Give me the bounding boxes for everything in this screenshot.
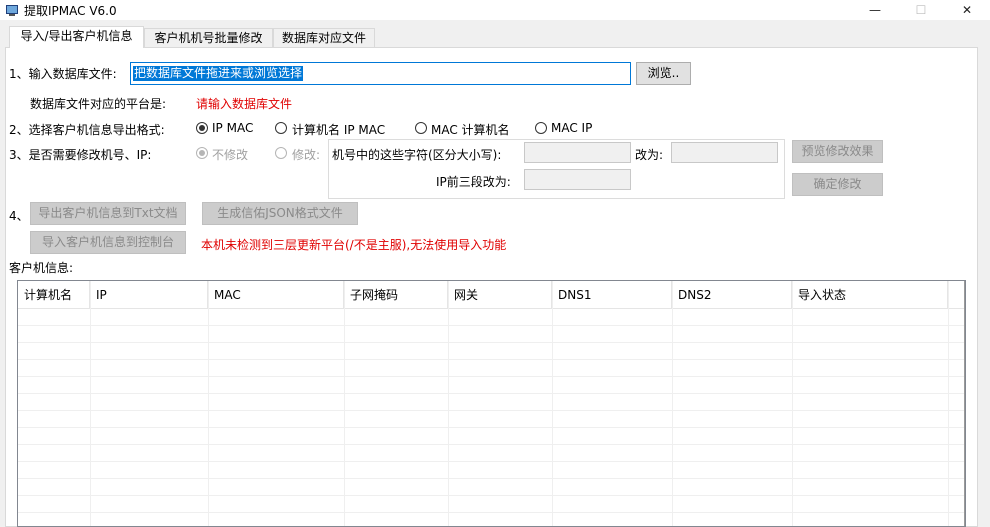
column-divider [448,281,449,526]
tab-import-export[interactable]: 导入/导出客户机信息 [9,26,144,48]
radio-mac-ip-label[interactable]: MAC IP [551,121,592,135]
column-header-computer-name[interactable]: 计算机名 [18,281,90,309]
column-divider [672,281,673,526]
column-header-import-status[interactable]: 导入状态 [792,281,948,309]
app-window: 提取IPMAC V6.0 — ☐ ✕ 导入/导出客户机信息 客户机机号批量修改 … [0,0,990,527]
column-header-mac[interactable]: MAC [208,281,344,309]
client-info-table[interactable]: 计算机名 IP MAC 子网掩码 网关 DNS1 DNS2 导入状态 [17,280,966,527]
client-info-label: 客户机信息: [9,261,74,275]
radio-mac-ip[interactable] [535,122,547,134]
column-header-ip[interactable]: IP [90,281,208,309]
database-file-input-value: 把数据库文件拖进来或浏览选择 [133,66,304,81]
tab-batch-rename[interactable]: 客户机机号批量修改 [144,28,273,48]
column-divider [344,281,345,526]
maximize-button[interactable]: ☐ [898,0,944,20]
radio-change[interactable] [275,147,287,159]
column-divider [208,281,209,526]
column-divider [948,281,949,526]
radio-no-change[interactable] [196,147,208,159]
database-file-input[interactable]: 把数据库文件拖进来或浏览选择 [130,62,631,85]
import-warning: 本机未检测到三层更新平台(/不是主服),无法使用导入功能 [201,238,507,252]
import-console-button[interactable]: 导入客户机信息到控制台 [30,231,186,254]
step3-label: 3、是否需要修改机号、IP: [9,148,152,162]
generate-json-button[interactable]: 生成信佑JSON格式文件 [202,202,358,225]
close-button[interactable]: ✕ [944,0,990,20]
platform-label: 数据库文件对应的平台是: [30,97,167,111]
window-title: 提取IPMAC V6.0 [24,4,117,18]
ip-prefix-label: IP前三段改为: [436,175,511,189]
platform-value: 请输入数据库文件 [196,97,293,111]
confirm-change-button[interactable]: 确定修改 [792,173,883,196]
column-header-dns2[interactable]: DNS2 [672,281,792,309]
minimize-button[interactable]: — [852,0,898,20]
export-txt-button[interactable]: 导出客户机信息到Txt文档 [30,202,186,225]
column-header-subnet-mask[interactable]: 子网掩码 [344,281,448,309]
radio-ip-mac[interactable] [196,122,208,134]
radio-ip-mac-label[interactable]: IP MAC [212,121,253,135]
column-header-dns1[interactable]: DNS1 [552,281,672,309]
app-icon [6,5,18,16]
title-bar: 提取IPMAC V6.0 — ☐ ✕ [0,0,990,20]
browse-button[interactable]: 浏览.. [636,62,691,85]
radio-change-label[interactable]: 修改: [292,146,320,163]
table-header: 计算机名 IP MAC 子网掩码 网关 DNS1 DNS2 导入状态 [18,281,965,309]
step2-label: 2、选择客户机信息导出格式: [9,123,165,137]
table-body [18,309,965,526]
tab-database-files[interactable]: 数据库对应文件 [273,28,375,48]
change-to-label: 改为: [635,148,664,162]
radio-mac-name-label[interactable]: MAC 计算机名 [431,121,510,138]
column-divider [552,281,553,526]
ip-prefix-input[interactable] [524,169,631,190]
column-header-gateway[interactable]: 网关 [448,281,552,309]
column-divider [90,281,91,526]
step1-label: 1、输入数据库文件: [9,67,117,81]
chars-input[interactable] [524,142,631,163]
radio-name-ip-mac[interactable] [275,122,287,134]
chars-label: 机号中的这些字符(区分大小写): [332,148,502,162]
preview-button[interactable]: 预览修改效果 [792,140,883,163]
step4-label: 4、 [9,209,29,223]
table-scroll-edge[interactable] [964,281,965,526]
radio-name-ip-mac-label[interactable]: 计算机名 IP MAC [292,121,385,138]
change-to-input[interactable] [671,142,778,163]
radio-mac-name[interactable] [415,122,427,134]
column-divider [792,281,793,526]
radio-no-change-label[interactable]: 不修改 [212,146,248,163]
